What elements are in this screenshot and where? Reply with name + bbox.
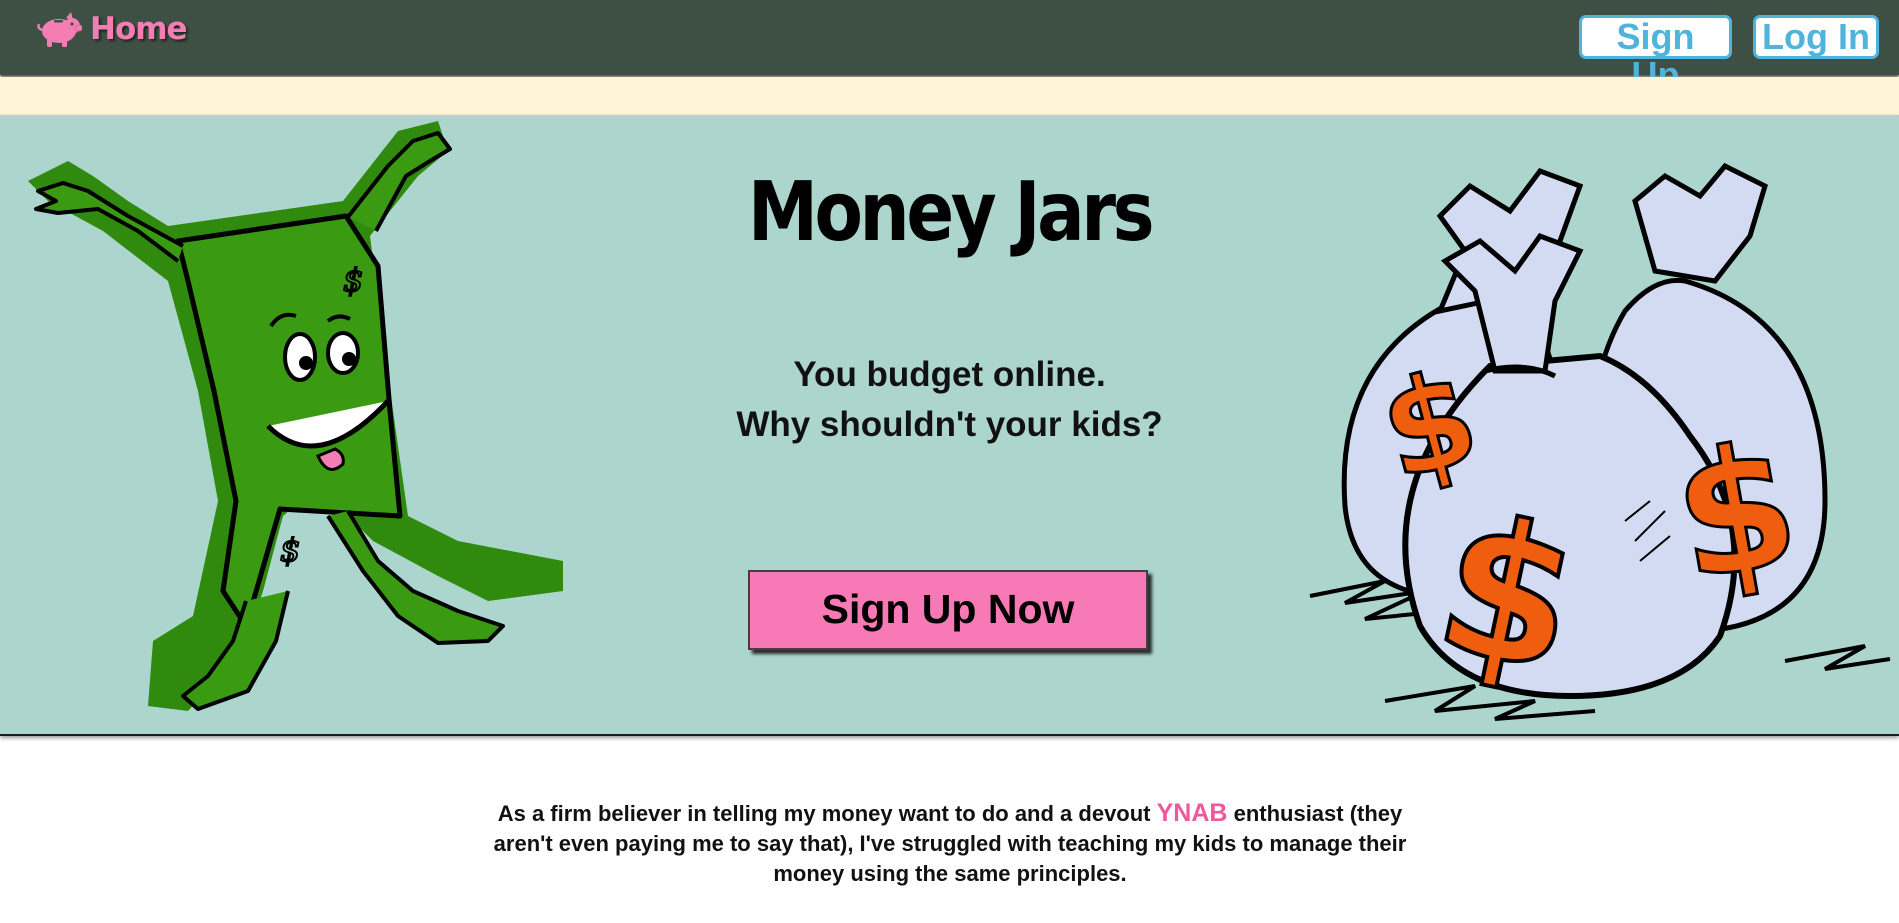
money-bags-illustration: $ $ $ — [1309, 162, 1891, 721]
signup-now-button[interactable]: Sign Up Now — [748, 570, 1148, 650]
home-label: Home — [90, 11, 188, 47]
hero-section: $ $ Money Jars You budget online. Why sh… — [0, 115, 1899, 736]
ynab-link[interactable]: YNAB — [1157, 799, 1228, 827]
svg-text:$: $ — [280, 531, 300, 569]
svg-text:$: $ — [343, 261, 363, 299]
intro-text-before: As a firm believer in telling my money w… — [497, 801, 1157, 826]
piggy-bank-icon — [37, 12, 82, 47]
top-navbar: Home Sign Up Log In — [0, 0, 1899, 94]
signup-button[interactable]: Sign Up — [1579, 15, 1732, 94]
login-button[interactable]: Log In — [1753, 15, 1879, 59]
intro-paragraph: As a firm believer in telling my money w… — [480, 798, 1420, 889]
cream-divider — [0, 77, 1899, 115]
home-link[interactable]: Home — [36, 8, 188, 50]
